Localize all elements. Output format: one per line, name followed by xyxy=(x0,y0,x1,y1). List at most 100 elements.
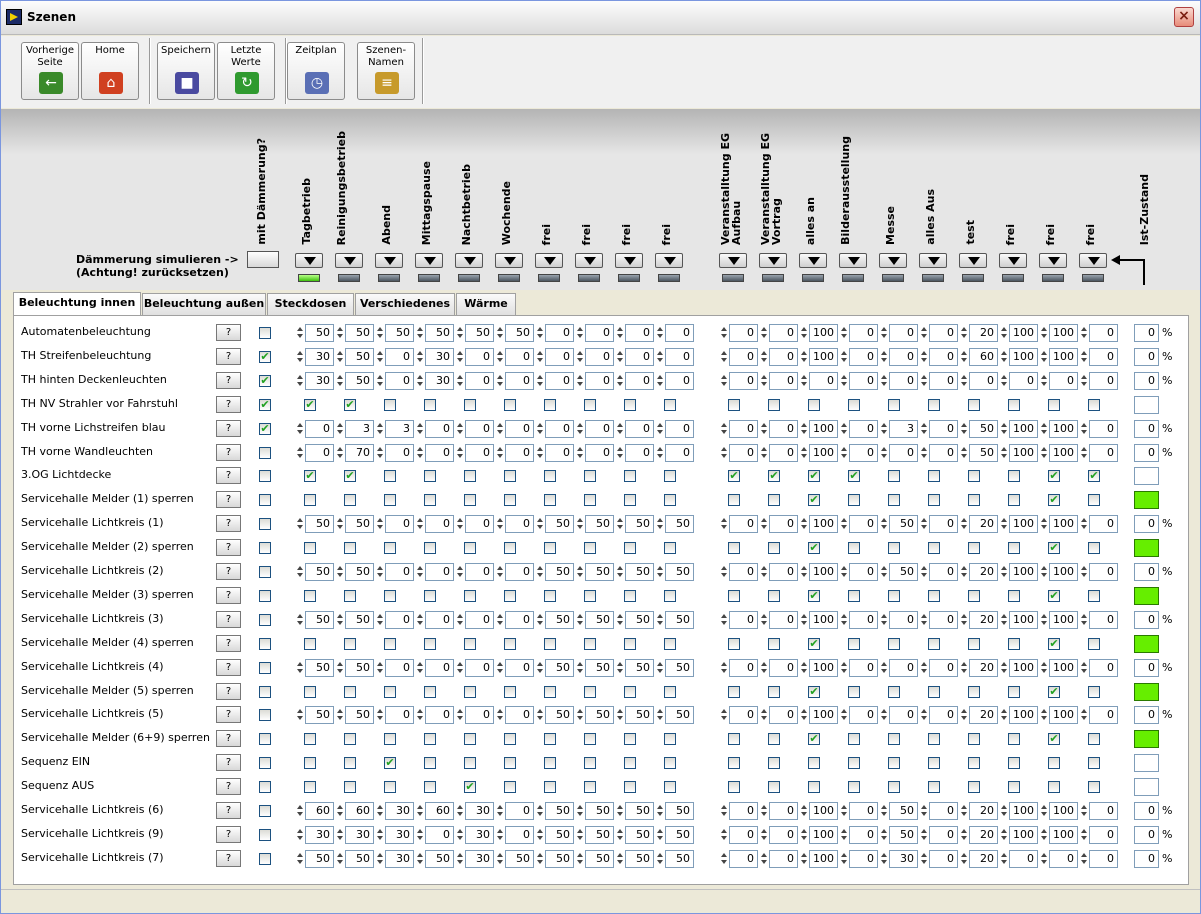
dimming-checkbox[interactable] xyxy=(259,733,271,746)
value-field[interactable]: 0 xyxy=(769,563,798,581)
scene-checkbox[interactable] xyxy=(344,685,356,698)
scene-checkbox[interactable] xyxy=(624,733,636,746)
stepper-arrows[interactable] xyxy=(800,826,808,844)
value-field[interactable]: 100 xyxy=(1049,419,1078,438)
stepper-arrows[interactable] xyxy=(1040,659,1048,677)
value-stepper[interactable]: 0 xyxy=(456,706,494,725)
value-field[interactable]: 20 xyxy=(969,706,998,725)
value-stepper[interactable]: 50 xyxy=(656,563,694,581)
value-stepper[interactable]: 60 xyxy=(336,802,374,820)
stepper-arrows[interactable] xyxy=(296,706,304,724)
stepper-arrows[interactable] xyxy=(296,348,304,366)
value-stepper[interactable]: 0 xyxy=(880,443,918,462)
value-field[interactable]: 100 xyxy=(1009,706,1038,725)
value-field[interactable]: 100 xyxy=(809,515,838,534)
value-stepper[interactable]: 100 xyxy=(1040,443,1078,462)
stepper-arrows[interactable] xyxy=(536,802,544,820)
value-field[interactable]: 50 xyxy=(545,610,574,629)
value-stepper[interactable]: 0 xyxy=(920,658,958,677)
dimming-checkbox[interactable] xyxy=(259,470,271,483)
value-field[interactable]: 20 xyxy=(969,324,998,342)
value-stepper[interactable]: 50 xyxy=(616,610,654,629)
scene-checkbox[interactable] xyxy=(584,470,596,483)
value-stepper[interactable]: 50 xyxy=(296,706,334,725)
value-field[interactable]: 0 xyxy=(385,610,414,629)
scene-checkbox[interactable] xyxy=(544,685,556,698)
stepper-arrows[interactable] xyxy=(760,706,768,724)
scene-checkbox[interactable] xyxy=(304,589,316,602)
value-field[interactable]: 0 xyxy=(729,324,758,342)
stepper-arrows[interactable] xyxy=(296,372,304,390)
dimming-checkbox[interactable]: ✔ xyxy=(259,398,271,411)
scene-checkbox[interactable] xyxy=(624,494,636,507)
scene-checkbox[interactable] xyxy=(768,398,780,411)
stepper-arrows[interactable] xyxy=(760,324,768,342)
value-field[interactable]: 100 xyxy=(1049,347,1078,366)
stepper-arrows[interactable] xyxy=(456,659,464,677)
stepper-arrows[interactable] xyxy=(576,348,584,366)
value-field[interactable]: 50 xyxy=(665,802,694,820)
value-field[interactable]: 0 xyxy=(809,371,838,390)
value-stepper[interactable]: 30 xyxy=(376,849,414,868)
stepper-arrows[interactable] xyxy=(616,563,624,581)
scene-checkbox[interactable] xyxy=(384,685,396,698)
value-stepper[interactable]: 50 xyxy=(336,658,374,677)
stepper-arrows[interactable] xyxy=(336,372,344,390)
scene-checkbox[interactable] xyxy=(624,589,636,602)
value-field[interactable]: 0 xyxy=(729,658,758,677)
value-stepper[interactable]: 3 xyxy=(880,419,918,438)
value-stepper[interactable]: 50 xyxy=(616,802,654,820)
value-field[interactable]: 50 xyxy=(889,825,918,844)
value-field[interactable]: 50 xyxy=(305,563,334,581)
value-field[interactable]: 50 xyxy=(625,515,654,534)
stepper-arrows[interactable] xyxy=(720,444,728,462)
value-field[interactable]: 50 xyxy=(625,825,654,844)
scene-checkbox[interactable] xyxy=(584,733,596,746)
scene-checkbox[interactable] xyxy=(848,637,860,650)
stepper-arrows[interactable] xyxy=(880,563,888,581)
value-field[interactable]: 0 xyxy=(849,658,878,677)
value-stepper[interactable]: 0 xyxy=(760,658,798,677)
stepper-arrows[interactable] xyxy=(656,706,664,724)
value-field[interactable]: 0 xyxy=(849,515,878,534)
stepper-arrows[interactable] xyxy=(1040,706,1048,724)
scene-checkbox[interactable] xyxy=(584,757,596,770)
stepper-arrows[interactable] xyxy=(296,611,304,629)
scene-checkbox[interactable] xyxy=(504,685,516,698)
help-button[interactable]: ? xyxy=(216,658,241,676)
scene-checkbox[interactable] xyxy=(888,637,900,650)
stepper-arrows[interactable] xyxy=(336,348,344,366)
stepper-arrows[interactable] xyxy=(496,706,504,724)
stepper-arrows[interactable] xyxy=(416,348,424,366)
value-field[interactable]: 50 xyxy=(969,443,998,462)
scene-checkbox[interactable] xyxy=(544,637,556,650)
value-stepper[interactable]: 100 xyxy=(800,419,838,438)
stepper-arrows[interactable] xyxy=(880,420,888,438)
value-field[interactable]: 0 xyxy=(465,443,494,462)
scene-checkbox[interactable] xyxy=(464,637,476,650)
stepper-arrows[interactable] xyxy=(656,515,664,533)
scene-checkbox[interactable] xyxy=(384,781,396,794)
stepper-arrows[interactable] xyxy=(800,372,808,390)
stepper-arrows[interactable] xyxy=(376,826,384,844)
scene-checkbox[interactable] xyxy=(968,542,980,555)
stepper-arrows[interactable] xyxy=(920,850,928,868)
value-stepper[interactable]: 50 xyxy=(296,610,334,629)
scene-checkbox[interactable] xyxy=(888,398,900,411)
scene-checkbox[interactable] xyxy=(664,781,676,794)
stepper-arrows[interactable] xyxy=(720,324,728,342)
scene-checkbox[interactable] xyxy=(424,685,436,698)
stepper-arrows[interactable] xyxy=(760,659,768,677)
value-field[interactable]: 0 xyxy=(849,849,878,868)
scene-checkbox[interactable] xyxy=(544,398,556,411)
scene-checkbox[interactable]: ✔ xyxy=(808,589,820,602)
value-field[interactable]: 100 xyxy=(1049,825,1078,844)
scene-checkbox[interactable] xyxy=(768,494,780,507)
scene-checkbox[interactable] xyxy=(424,398,436,411)
stepper-arrows[interactable] xyxy=(960,659,968,677)
stepper-arrows[interactable] xyxy=(536,348,544,366)
value-stepper[interactable]: 0 xyxy=(576,347,614,366)
stepper-arrows[interactable] xyxy=(456,802,464,820)
scene-dropdown[interactable] xyxy=(535,253,563,268)
value-field[interactable]: 50 xyxy=(305,706,334,725)
